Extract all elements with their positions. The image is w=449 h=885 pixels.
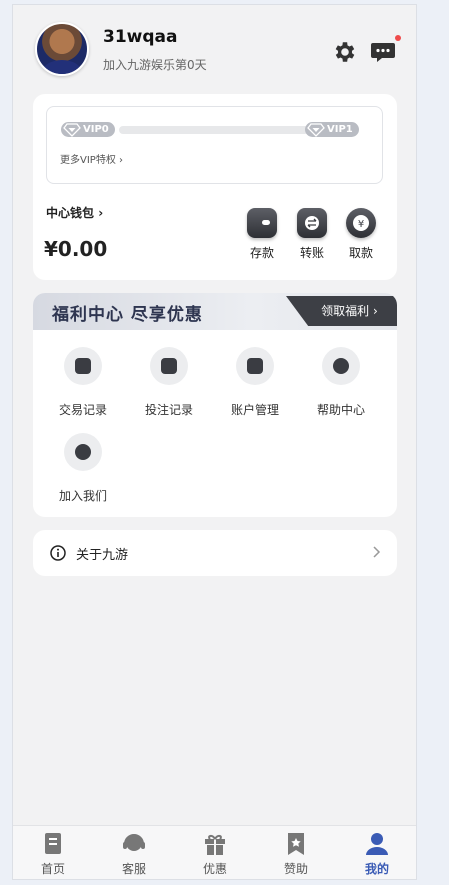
gift-icon <box>205 835 225 855</box>
diamond-icon <box>63 123 81 137</box>
user-icon <box>366 833 388 855</box>
calendar-icon <box>150 347 188 385</box>
info-icon <box>50 545 66 561</box>
transfer-label: 转账 <box>299 246 324 260</box>
vip-progress-box[interactable]: VIP0 VIP1 更多VIP特权 › <box>46 106 383 184</box>
about-row[interactable]: 关于九游 <box>33 530 397 576</box>
transfer-icon <box>297 208 327 238</box>
tab-promotions[interactable]: 优惠 <box>185 832 245 877</box>
wallet-icon <box>64 347 102 385</box>
deposit-label: 存款 <box>249 246 274 260</box>
bet-records-item[interactable]: 投注记录 <box>129 347 209 418</box>
username: 31wqaa <box>103 27 178 47</box>
exclamation-icon <box>322 347 360 385</box>
chevron-right-icon: › <box>98 206 104 220</box>
yen-coin-icon: ¥ <box>346 208 376 238</box>
tab-customer-service[interactable]: 客服 <box>104 832 164 877</box>
question-icon <box>64 433 102 471</box>
tab-mine[interactable]: 我的 <box>347 832 407 877</box>
transaction-records-item[interactable]: 交易记录 <box>43 347 123 418</box>
join-us-item[interactable]: 加入我们 <box>43 433 123 504</box>
joined-days: 加入九游娱乐第0天 <box>103 58 207 72</box>
home-icon <box>45 833 61 854</box>
wallet-title[interactable]: 中心钱包 › <box>46 204 103 221</box>
diamond-icon <box>307 123 325 137</box>
profile-header: 31wqaa 加入九游娱乐第0天 <box>33 19 401 83</box>
id-card-icon <box>236 347 274 385</box>
withdraw-button[interactable]: ¥ 取款 <box>341 208 381 261</box>
headset-icon <box>123 834 145 851</box>
svg-text:¥: ¥ <box>358 219 364 230</box>
gear-icon[interactable] <box>332 39 358 65</box>
app-screen: 31wqaa 加入九游娱乐第0天 VIP0 VIP1 更多VIP特权 › 中心钱… <box>12 4 417 880</box>
welfare-title: 福利中心 尽享优惠 <box>52 305 203 325</box>
tab-sponsorship[interactable]: 赞助 <box>266 832 326 877</box>
vip-next-label: VIP1 <box>327 124 353 135</box>
chevron-right-icon <box>373 546 381 558</box>
welfare-header: 福利中心 尽享优惠 领取福利 › <box>33 293 397 330</box>
about-label: 关于九游 <box>76 548 129 563</box>
withdraw-label: 取款 <box>348 246 373 260</box>
vip-current-badge: VIP0 <box>61 122 115 137</box>
notification-dot <box>395 35 401 41</box>
vip-more-link[interactable]: 更多VIP特权 › <box>60 151 123 166</box>
account-management-item[interactable]: 账户管理 <box>215 347 295 418</box>
vip-current-label: VIP0 <box>83 124 109 135</box>
chevron-right-icon: › <box>119 155 124 166</box>
deposit-button[interactable]: 存款 <box>242 208 282 261</box>
vip-wallet-card: VIP0 VIP1 更多VIP特权 › 中心钱包 › ¥0.00 存款 转账 ¥… <box>33 94 397 280</box>
help-center-item[interactable]: 帮助中心 <box>301 347 381 418</box>
vip-progress-bar <box>119 126 309 134</box>
wallet-icon <box>247 208 277 238</box>
bottom-tab-bar: 首页 客服 优惠 赞助 我的 <box>13 825 416 879</box>
transfer-button[interactable]: 转账 <box>292 208 332 261</box>
wallet-amount: ¥0.00 <box>44 237 108 261</box>
vip-next-badge: VIP1 <box>305 122 359 137</box>
avatar[interactable] <box>35 22 89 76</box>
welfare-center-card: 福利中心 尽享优惠 领取福利 › 交易记录 投注记录 账户管理 帮助中心 加入我… <box>33 293 397 517</box>
claim-welfare-button[interactable]: 领取福利 › <box>286 296 397 326</box>
tab-home[interactable]: 首页 <box>23 832 83 877</box>
bookmark-star-icon <box>288 833 304 855</box>
message-icon[interactable] <box>370 39 396 65</box>
